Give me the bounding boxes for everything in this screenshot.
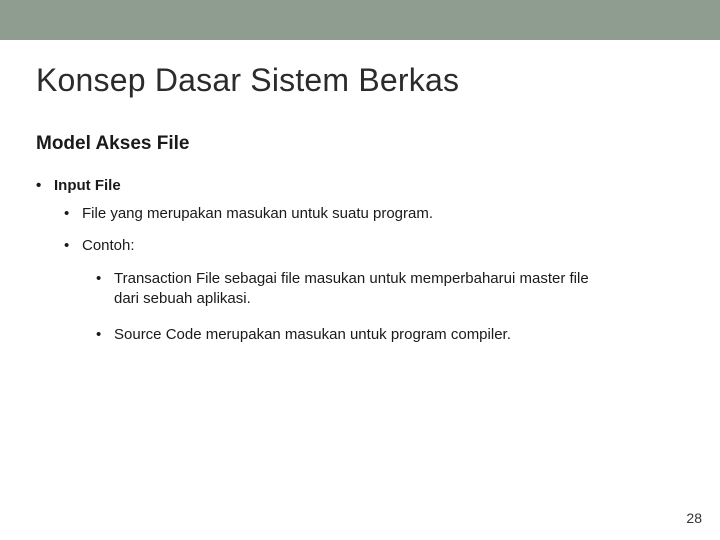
slide-subtitle: Model Akses File <box>36 133 684 155</box>
page-number: 28 <box>686 510 702 526</box>
bullet-level2: File yang merupakan masukan untuk suatu … <box>64 204 684 224</box>
bullet-level3: Transaction File sebagai file masukan un… <box>96 269 616 310</box>
top-band <box>0 0 720 40</box>
bullet-list: Input File File yang merupakan masukan u… <box>36 177 684 345</box>
bullet-level3: Source Code merupakan masukan untuk prog… <box>96 325 616 345</box>
slide-content: Konsep Dasar Sistem Berkas Model Akses F… <box>0 40 720 345</box>
bullet-level1: Input File <box>36 177 684 194</box>
slide-title: Konsep Dasar Sistem Berkas <box>36 62 684 99</box>
bullet-level2: Contoh: <box>64 236 684 256</box>
slide: Konsep Dasar Sistem Berkas Model Akses F… <box>0 0 720 540</box>
